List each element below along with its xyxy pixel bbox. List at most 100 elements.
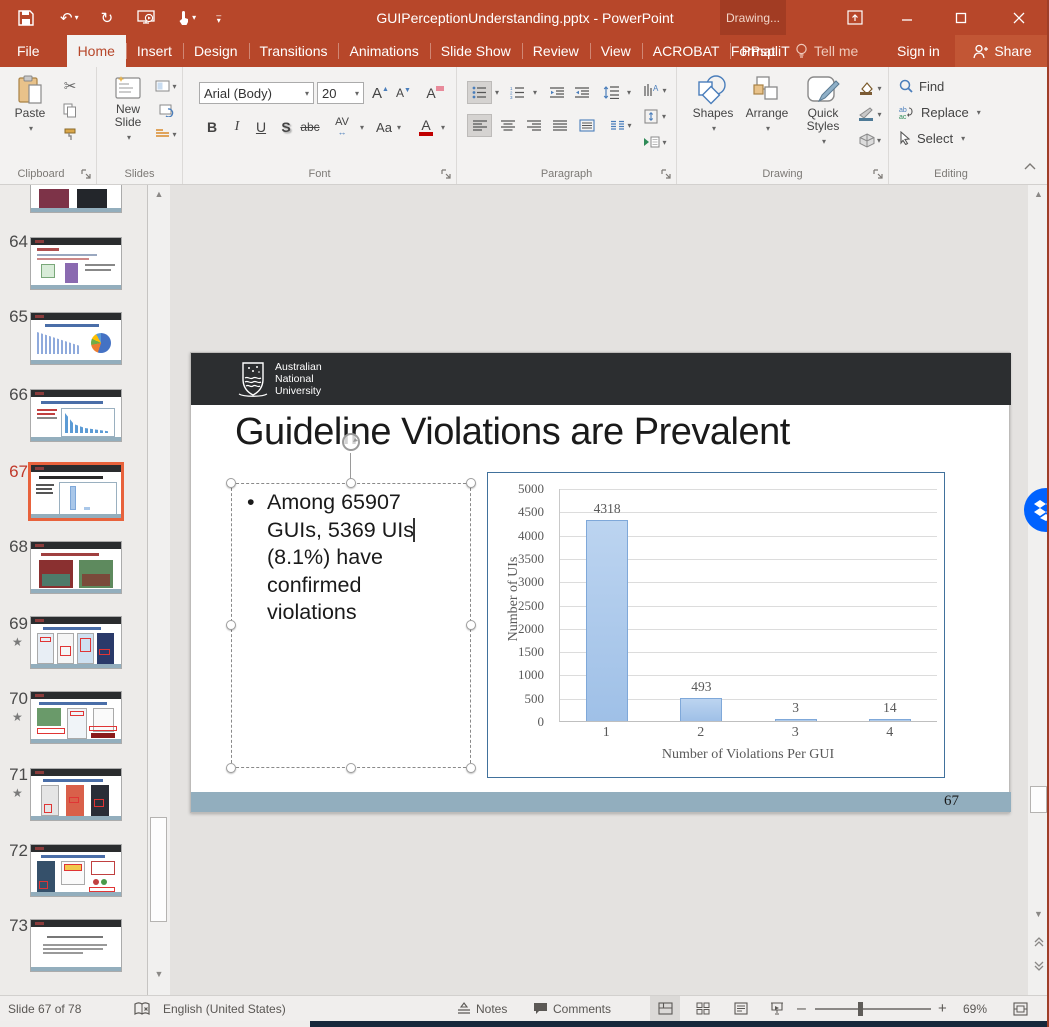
slide-sorter-view-button[interactable] [688, 996, 718, 1021]
quick-styles-dropdown-arrow[interactable]: ▾ [822, 135, 826, 148]
shape-effects-button[interactable]: ▾ [855, 129, 885, 151]
align-center-button[interactable] [495, 114, 520, 137]
character-spacing-button[interactable]: AV↔ [327, 116, 357, 138]
redo-button[interactable]: ↻ [97, 0, 118, 35]
tab-animations[interactable]: Animations [338, 35, 429, 67]
fit-slide-to-window-button[interactable] [1005, 996, 1035, 1021]
main-vertical-scrollbar[interactable]: ▲ ▼ [1028, 185, 1049, 995]
font-size-combo[interactable]: 20▾ [317, 82, 364, 104]
underline-button[interactable]: U [250, 116, 272, 138]
select-button[interactable]: Select ▾ [899, 127, 965, 149]
quick-styles-button[interactable]: Quick Styles ▾ [797, 75, 849, 148]
section-button[interactable]: ▾ [153, 123, 179, 145]
slide-show-button[interactable] [762, 996, 792, 1021]
thumbnail-scrollbar[interactable]: ▲ ▼ [148, 185, 170, 995]
minimize-button[interactable] [890, 0, 924, 35]
find-button[interactable]: Find [899, 75, 944, 97]
touch-mouse-mode-button[interactable]: ▾ [173, 0, 200, 35]
increase-indent-button[interactable] [570, 81, 594, 104]
cut-button[interactable]: ✂ [58, 75, 82, 97]
shape-outline-button[interactable]: ▾ [855, 103, 885, 125]
convert-to-smartart-button[interactable]: ▾ [640, 131, 670, 153]
zoom-slider-track[interactable] [815, 1008, 931, 1010]
resize-handle-top-right[interactable] [466, 478, 476, 488]
bullets-dropdown-arrow[interactable]: ▾ [495, 88, 499, 97]
bullet-text[interactable]: •Among 65907 GUIs, 5369 UIs (8.1%) have … [247, 489, 462, 627]
replace-dropdown-arrow[interactable]: ▾ [977, 108, 981, 117]
shape-fill-button[interactable]: ▾ [855, 77, 885, 99]
undo-button[interactable]: ↶▾ [56, 0, 83, 35]
paragraph-dialog-launcher[interactable] [660, 168, 672, 180]
scroll-down-button[interactable]: ▼ [1028, 905, 1049, 922]
zoom-in-button[interactable]: + [938, 996, 947, 1021]
thumbnail-scroll-up-button[interactable]: ▲ [148, 185, 170, 202]
zoom-level[interactable]: 69% [963, 996, 987, 1021]
reset-slide-button[interactable] [153, 99, 179, 121]
tab-acrobat[interactable]: ACROBAT [642, 35, 731, 67]
change-case-button[interactable]: Aa [373, 116, 395, 138]
thumbnail-slide-69[interactable] [30, 616, 122, 669]
previous-slide-button[interactable] [1028, 933, 1049, 950]
resize-handle-bottom-left[interactable] [226, 763, 236, 773]
strikethrough-button[interactable]: abc [299, 116, 321, 138]
tab-home[interactable]: Home [67, 35, 126, 67]
chart-bar[interactable] [869, 719, 911, 721]
text-direction-button[interactable]: A▾ [640, 79, 670, 101]
font-color-button[interactable]: A [415, 116, 437, 138]
line-spacing-dropdown-arrow[interactable]: ▾ [627, 88, 631, 97]
bold-button[interactable]: B [201, 116, 223, 138]
case-dropdown-arrow[interactable]: ▾ [397, 123, 401, 132]
numbering-dropdown-arrow[interactable]: ▾ [533, 88, 537, 97]
thumbnail-slide-70[interactable] [30, 691, 122, 744]
collapse-ribbon-button[interactable] [1018, 155, 1042, 177]
spell-check-button[interactable] [134, 996, 150, 1021]
shapes-button[interactable]: Shapes ▾ [689, 75, 737, 135]
resize-handle-bottom-right[interactable] [466, 763, 476, 773]
comments-button[interactable]: Comments [533, 996, 611, 1021]
close-button[interactable] [1002, 0, 1036, 35]
tell-me-box[interactable]: Tell me [795, 35, 858, 67]
start-from-beginning-button[interactable] [133, 0, 159, 35]
thumbnail-slide-71[interactable] [30, 768, 122, 821]
thumbnail-slide-72[interactable] [30, 844, 122, 897]
thumbnail-slide-68[interactable] [30, 541, 122, 594]
align-text-button[interactable]: ▾ [640, 105, 670, 127]
thumbnail-slide-65[interactable] [30, 312, 122, 365]
tab-format[interactable]: Format [720, 35, 786, 67]
chart-bar[interactable] [586, 520, 628, 721]
resize-handle-bottom-center[interactable] [346, 763, 356, 773]
zoom-out-button[interactable]: – [797, 996, 806, 1021]
customize-qat-button[interactable]: –▾ [212, 0, 225, 35]
line-spacing-button[interactable] [597, 81, 624, 104]
numbering-button[interactable]: 123 [505, 81, 530, 104]
text-shadow-button[interactable]: S [275, 116, 297, 138]
touch-mode-dropdown-arrow[interactable]: ▾ [192, 13, 196, 22]
font-dialog-launcher[interactable] [440, 168, 452, 180]
reading-view-button[interactable] [726, 996, 756, 1021]
main-scrollbar-thumb[interactable] [1030, 786, 1047, 813]
save-button[interactable] [14, 0, 38, 35]
slide-canvas[interactable]: Australian National University Guideline… [190, 352, 1010, 813]
font-color-dropdown-arrow[interactable]: ▾ [441, 123, 445, 132]
replace-button[interactable]: abac Replace ▾ [899, 101, 981, 123]
paste-dropdown-arrow[interactable]: ▾ [29, 122, 33, 135]
arrange-button[interactable]: Arrange ▾ [741, 75, 793, 135]
zoom-slider-thumb[interactable] [858, 1002, 863, 1016]
thumbnail-slide-64[interactable] [30, 237, 122, 290]
resize-handle-top-center[interactable] [346, 478, 356, 488]
thumbnail-slide-66[interactable] [30, 389, 122, 442]
thumbnail-scroll-down-button[interactable]: ▼ [148, 965, 170, 982]
tab-design[interactable]: Design [183, 35, 249, 67]
tab-insert[interactable]: Insert [126, 35, 183, 67]
resize-handle-middle-left[interactable] [226, 620, 236, 630]
next-slide-button[interactable] [1028, 957, 1049, 974]
align-right-button[interactable] [521, 114, 546, 137]
new-slide-button[interactable]: New Slide ▾ [105, 75, 151, 144]
arrange-dropdown-arrow[interactable]: ▾ [766, 122, 770, 135]
clear-formatting-button[interactable]: A [423, 82, 447, 104]
grow-font-button[interactable]: A▲ [369, 82, 392, 104]
clipboard-dialog-launcher[interactable] [80, 168, 92, 180]
thumbnail-scrollbar-thumb[interactable] [150, 817, 167, 922]
undo-dropdown-arrow[interactable]: ▾ [75, 13, 79, 22]
normal-view-button[interactable] [650, 996, 680, 1021]
